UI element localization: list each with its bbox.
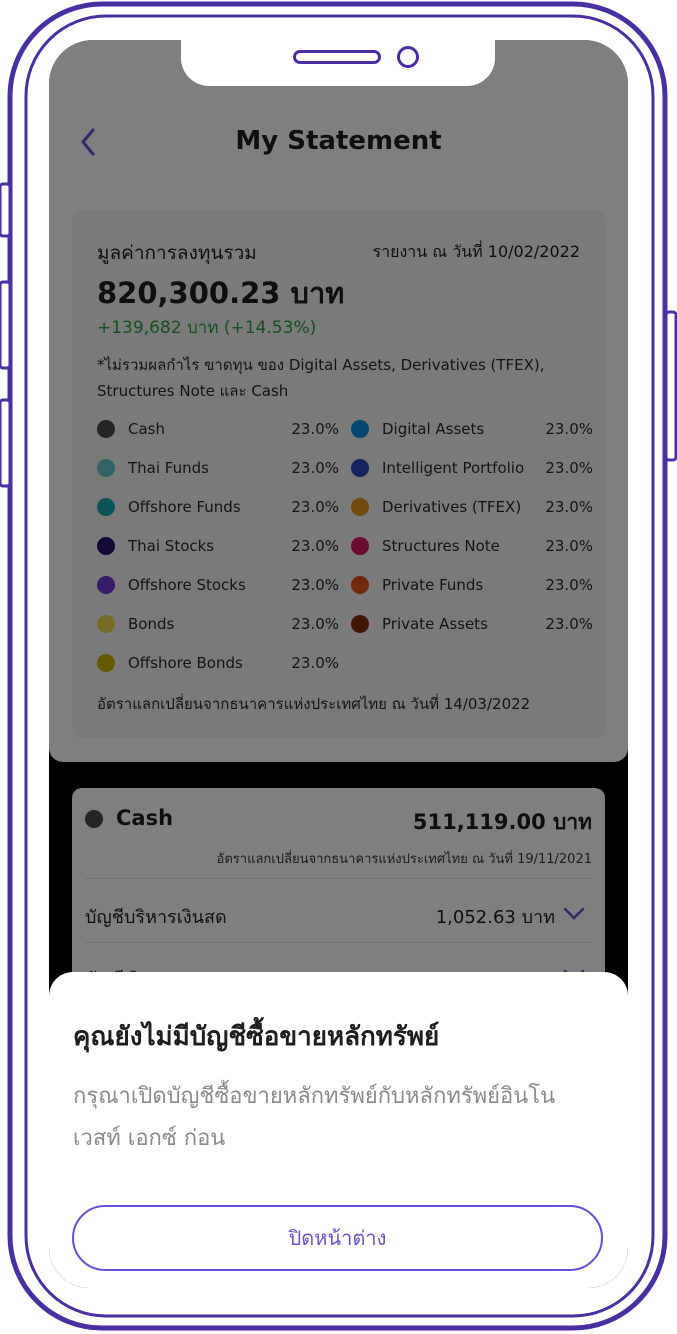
camera-icon — [397, 46, 419, 68]
no-account-bottom-sheet: คุณยังไม่มีบัญชีซื้อขายหลักทรัพย์ กรุณาเ… — [49, 972, 628, 1288]
speaker-icon — [293, 50, 381, 64]
phone-screen: My Statement มูลค่าการลงทุนรวม รายงาน ณ … — [49, 40, 628, 1288]
sheet-title: คุณยังไม่มีบัญชีซื้อขายหลักทรัพย์ — [73, 1022, 440, 1052]
sheet-message: กรุณาเปิดบัญชีซื้อขายหลักทรัพย์กับหลักทร… — [73, 1084, 556, 1151]
close-window-button[interactable]: ปิดหน้าต่าง — [72, 1205, 603, 1271]
